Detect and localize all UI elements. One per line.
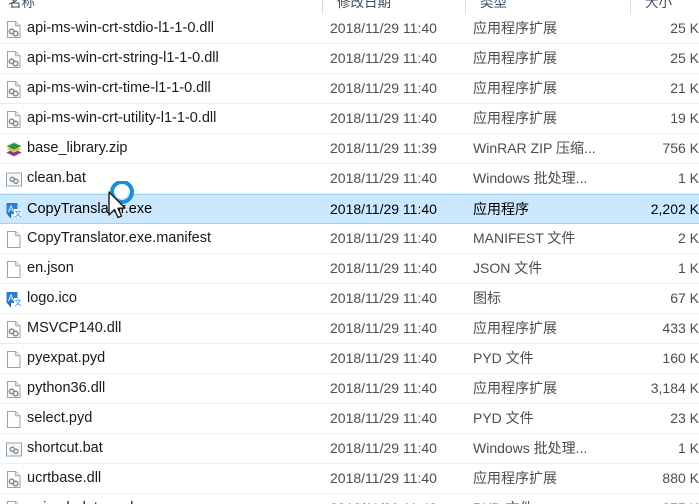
- blank-file-icon: [5, 350, 23, 369]
- file-date-modified-cell: 2018/11/29 11:40: [330, 350, 437, 366]
- file-name-cell: ucrtbase.dll: [27, 470, 102, 486]
- file-row[interactable]: shortcut.bat 2018/11/29 11:40 Windows 批处理.…: [0, 434, 699, 464]
- file-size-cell: 875 K: [600, 494, 699, 504]
- file-row[interactable]: MSVCP140.dll 2018/11/29 11:40 应用程序扩展 433 K: [0, 314, 699, 344]
- file-date-modified-cell: 2018/11/29 11:40: [330, 380, 437, 396]
- file-name-cell: pyexpat.pyd: [27, 350, 106, 366]
- column-header-row: 名称 修改日期 类型 大小: [0, 0, 699, 16]
- file-explorer-details-view: 名称 修改日期 类型 大小 api-ms-win-crt-stdio-l1-1-…: [0, 0, 699, 504]
- winrar-zip-icon: [5, 140, 23, 159]
- file-size-cell: 67 K: [670, 290, 699, 306]
- column-header-date-modified[interactable]: 修改日期: [329, 0, 465, 16]
- file-size-cell: 433 K: [662, 320, 699, 336]
- file-size-cell: 3,184 K: [650, 380, 699, 396]
- file-name-cell: api-ms-win-crt-time-l1-1-0.dll: [27, 80, 211, 96]
- file-size-cell: 21 K: [670, 80, 699, 96]
- file-row[interactable]: api-ms-win-crt-time-l1-1-0.dll 2018/11/29…: [0, 74, 699, 104]
- file-name-cell: CopyTranslator.exe: [27, 201, 153, 217]
- dll-file-icon: [5, 380, 23, 399]
- file-name-cell: base_library.zip: [27, 140, 128, 156]
- file-list[interactable]: api-ms-win-crt-stdio-l1-1-0.dll 2018/11/2…: [0, 14, 699, 504]
- file-name-cell: shortcut.bat: [27, 440, 103, 456]
- dll-file-icon: [5, 50, 23, 69]
- file-date-modified-cell: 2018/11/29 11:40: [330, 50, 437, 66]
- file-date-modified-cell: 2018/11/29 11:40: [330, 110, 437, 126]
- dll-file-icon: [5, 20, 23, 39]
- column-header-size[interactable]: 大小: [637, 0, 699, 16]
- blank-file-icon: [5, 500, 23, 504]
- file-date-modified-cell: 2018/11/29 11:40: [330, 290, 437, 306]
- file-row[interactable]: unicodedata.pyd2018/11/29 11:40PYD 文件875…: [0, 494, 699, 504]
- file-size-cell: 1 K: [677, 260, 699, 276]
- file-row[interactable]: api-ms-win-crt-utility-l1-1-0.dll 2018/11…: [0, 104, 699, 134]
- file-row[interactable]: ucrtbase.dll 2018/11/29 11:40 应用程序扩展 880 K: [0, 464, 699, 494]
- column-divider-name-date[interactable]: [322, 0, 323, 14]
- file-size-cell: 25 K: [670, 50, 699, 66]
- file-size-cell: 160 K: [662, 350, 699, 366]
- blank-file-icon: [5, 230, 23, 249]
- column-header-name[interactable]: 名称: [0, 0, 322, 16]
- file-size-cell: 23 K: [670, 410, 699, 426]
- file-size-cell: 880 K: [662, 470, 699, 486]
- file-row[interactable]: select.pyd 2018/11/29 11:40 PYD 文件 23 K: [0, 404, 699, 434]
- file-date-modified-cell: 2018/11/29 11:40: [330, 494, 465, 504]
- file-name-cell: api-ms-win-crt-stdio-l1-1-0.dll: [27, 20, 214, 36]
- file-date-modified-cell: 2018/11/29 11:40: [330, 20, 437, 36]
- file-size-cell: 19 K: [670, 110, 699, 126]
- file-size-cell: 25 K: [670, 20, 699, 36]
- file-date-modified-cell: 2018/11/29 11:40: [330, 201, 437, 217]
- file-date-modified-cell: 2018/11/29 11:40: [330, 230, 437, 246]
- column-divider-date-type[interactable]: [465, 0, 466, 14]
- file-name-cell: CopyTranslator.exe.manifest: [27, 230, 212, 246]
- file-date-modified-cell: 2018/11/29 11:40: [330, 440, 437, 456]
- column-divider-type-size[interactable]: [630, 0, 631, 14]
- bat-file-icon: [5, 170, 23, 189]
- file-row[interactable]: CopyTranslator.exe.manifest 2018/11/29 11…: [0, 224, 699, 254]
- blank-file-icon: [5, 260, 23, 279]
- file-row[interactable]: base_library.zip 2018/11/29 11:39 WinRAR Z…: [0, 134, 699, 164]
- file-size-cell: 1 K: [677, 440, 699, 456]
- file-row[interactable]: pyexpat.pyd 2018/11/29 11:40 PYD 文件 160 K: [0, 344, 699, 374]
- file-name-cell: en.json: [27, 260, 74, 276]
- file-name-cell: select.pyd: [27, 410, 93, 426]
- file-row[interactable]: api-ms-win-crt-stdio-l1-1-0.dll 2018/11/2…: [0, 14, 699, 44]
- dll-file-icon: [5, 470, 23, 489]
- file-name-cell: api-ms-win-crt-utility-l1-1-0.dll: [27, 110, 217, 126]
- file-size-cell: 1 K: [677, 170, 699, 186]
- file-row[interactable]: python36.dll 2018/11/29 11:40 应用程序扩展 3,184 …: [0, 374, 699, 404]
- file-date-modified-cell: 2018/11/29 11:40: [330, 320, 437, 336]
- copytranslator-app-icon: [5, 290, 23, 309]
- file-row[interactable]: CopyTranslator.exe 2018/11/29 11:40 应用程序 2,…: [0, 194, 699, 224]
- file-date-modified-cell: 2018/11/29 11:40: [330, 470, 437, 486]
- dll-file-icon: [5, 320, 23, 339]
- file-name-cell: MSVCP140.dll: [27, 320, 122, 336]
- file-size-cell: 756 K: [662, 140, 699, 156]
- file-row[interactable]: api-ms-win-crt-string-l1-1-0.dll 2018/11/…: [0, 44, 699, 74]
- file-name-cell: api-ms-win-crt-string-l1-1-0.dll: [27, 50, 219, 66]
- file-date-modified-cell: 2018/11/29 11:39: [330, 140, 437, 156]
- file-size-cell: 2 K: [677, 230, 699, 246]
- file-date-modified-cell: 2018/11/29 11:40: [330, 80, 437, 96]
- file-name-cell: unicodedata.pyd: [27, 494, 317, 504]
- bat-file-icon: [5, 440, 23, 459]
- file-row[interactable]: clean.bat 2018/11/29 11:40 Windows 批处理... 1…: [0, 164, 699, 194]
- file-name-cell: logo.ico: [27, 290, 77, 306]
- file-row[interactable]: en.json 2018/11/29 11:40 JSON 文件 1 K: [0, 254, 699, 284]
- copytranslator-app-icon: [5, 201, 23, 220]
- file-date-modified-cell: 2018/11/29 11:40: [330, 260, 437, 276]
- file-row[interactable]: logo.ico 2018/11/29 11:40 图标 67 K: [0, 284, 699, 314]
- dll-file-icon: [5, 80, 23, 99]
- file-date-modified-cell: 2018/11/29 11:40: [330, 170, 437, 186]
- file-date-modified-cell: 2018/11/29 11:40: [330, 410, 437, 426]
- file-name-cell: clean.bat: [27, 170, 86, 186]
- blank-file-icon: [5, 410, 23, 429]
- file-name-cell: python36.dll: [27, 380, 106, 396]
- file-size-cell: 2,202 K: [650, 201, 699, 217]
- dll-file-icon: [5, 110, 23, 129]
- column-header-type[interactable]: 类型: [472, 0, 630, 16]
